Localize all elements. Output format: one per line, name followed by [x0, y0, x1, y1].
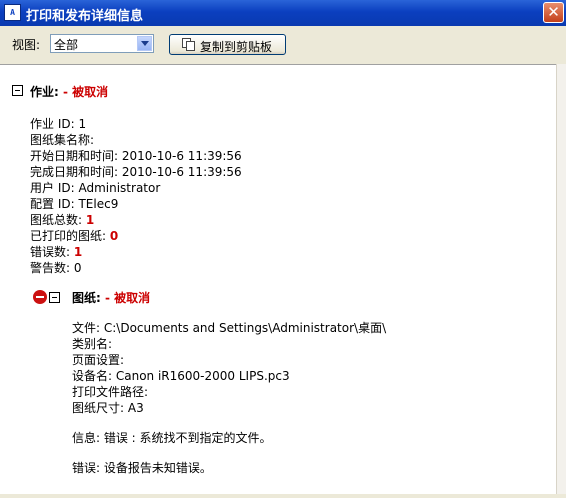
sheet-status: - 被取消	[105, 291, 151, 305]
job-detail-label: 完成日期和时间:	[30, 165, 119, 179]
job-heading-label: 作业:	[30, 85, 59, 99]
copy-icon	[182, 38, 195, 51]
toolbar: 视图: 全部 复制到剪贴板	[0, 26, 566, 64]
job-detail-label: 已打印的图纸:	[30, 229, 107, 243]
sheet-detail-label: 图纸尺寸:	[72, 401, 125, 415]
job-detail-value: 1	[78, 117, 87, 131]
job-detail-line: 作业 ID: 1	[30, 115, 86, 132]
job-detail-label: 用户 ID:	[30, 181, 75, 195]
chevron-down-icon[interactable]	[137, 36, 152, 51]
title-bar: A 打印和发布详细信息 ✕	[0, 0, 566, 26]
job-detail-value: 2010-10-6 11:39:56	[121, 149, 242, 163]
vertical-scrollbar[interactable]	[556, 64, 566, 494]
job-detail-value: 0	[73, 261, 82, 275]
copy-to-clipboard-button[interactable]: 复制到剪贴板	[169, 34, 286, 55]
job-detail-line: 图纸集名称:	[30, 131, 94, 148]
job-detail-label: 错误数:	[30, 245, 71, 259]
job-detail-line: 用户 ID: Administrator	[30, 179, 160, 196]
job-detail-value: 1	[73, 245, 83, 259]
sheet-detail-line: 图纸尺寸: A3	[72, 399, 144, 416]
job-status: - 被取消	[63, 85, 109, 99]
sheet-detail-label: 类别名:	[72, 337, 113, 351]
job-detail-value: Administrator	[78, 181, 161, 195]
sheet-detail-label: 设备名:	[72, 369, 113, 383]
details-pane[interactable]: 作业: - 被取消 作业 ID: 1 图纸集名称: 开始日期和时间: 2010-1…	[0, 64, 556, 494]
sheet-detail-label: 页面设置:	[72, 353, 125, 367]
sheet-detail-line: 类别名:	[72, 335, 112, 352]
job-detail-label: 配置 ID:	[30, 197, 75, 211]
job-detail-line: 开始日期和时间: 2010-10-6 11:39:56	[30, 147, 242, 164]
sheet-heading-label: 图纸:	[72, 291, 101, 305]
copy-button-label: 复制到剪贴板	[200, 40, 273, 54]
job-detail-line: 配置 ID: TElec9	[30, 195, 118, 212]
sheet-heading: 图纸: - 被取消	[72, 289, 150, 306]
window-bottom-edge	[0, 494, 566, 498]
job-detail-label: 作业 ID:	[30, 117, 75, 131]
sheet-detail-value: Canon iR1600-2000 LIPS.pc3	[115, 369, 290, 383]
job-detail-label: 图纸总数:	[30, 213, 83, 227]
app-icon: A	[4, 4, 21, 21]
job-detail-value: TElec9	[78, 197, 119, 211]
info-message: 信息: 错误 : 系统找不到指定的文件。	[72, 431, 272, 445]
error-message: 错误: 设备报告未知错误。	[72, 461, 212, 475]
job-detail-value: 0	[109, 229, 119, 243]
job-detail-line: 完成日期和时间: 2010-10-6 11:39:56	[30, 163, 242, 180]
sheet-detail-line: 文件: C:\Documents and Settings\Administra…	[72, 319, 386, 336]
job-detail-value: 1	[85, 213, 95, 227]
view-select[interactable]: 全部	[50, 34, 154, 53]
sheet-detail-line: 页面设置:	[72, 351, 124, 368]
sheet-detail-value: A3	[127, 401, 144, 415]
job-detail-value: 2010-10-6 11:39:56	[121, 165, 242, 179]
collapse-job-toggle[interactable]	[12, 85, 23, 96]
sheet-detail-value: C:\Documents and Settings\Administrator\…	[103, 321, 387, 335]
close-button[interactable]: ✕	[543, 2, 564, 23]
job-detail-label: 开始日期和时间:	[30, 149, 119, 163]
job-detail-label: 图纸集名称:	[30, 133, 95, 147]
sheet-detail-line: 打印文件路径:	[72, 383, 148, 400]
window-title: 打印和发布详细信息	[26, 9, 144, 24]
view-select-value: 全部	[54, 38, 79, 52]
job-detail-line: 警告数: 0	[30, 259, 82, 276]
sheet-detail-label: 文件:	[72, 321, 101, 335]
sheet-detail-line: 设备名: Canon iR1600-2000 LIPS.pc3	[72, 367, 290, 384]
view-label: 视图:	[12, 38, 41, 52]
collapse-sheet-toggle[interactable]	[49, 292, 60, 303]
job-detail-line: 错误数: 1	[30, 243, 82, 260]
sheet-detail-label: 打印文件路径:	[72, 385, 149, 399]
job-detail-line: 图纸总数: 1	[30, 211, 94, 228]
job-detail-label: 警告数:	[30, 261, 71, 275]
job-detail-line: 已打印的图纸: 0	[30, 227, 118, 244]
error-icon	[33, 290, 47, 304]
job-heading: 作业: - 被取消	[30, 83, 108, 100]
